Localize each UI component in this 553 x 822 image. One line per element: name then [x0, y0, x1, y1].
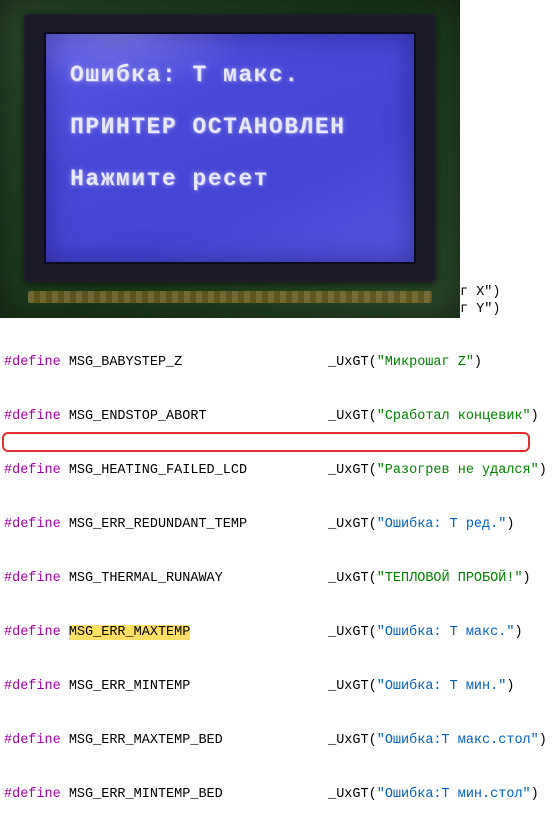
code-line: #define MSG_ERR_MINTEMP_BED _UxGT("Ошибк…	[0, 786, 553, 804]
frag-line: г X")	[460, 284, 553, 301]
paren: )	[539, 733, 547, 748]
uxgt-call: _UxGT	[328, 463, 369, 478]
macro-name: MSG_THERMAL_RUNAWAY	[69, 571, 223, 586]
uxgt-call: _UxGT	[328, 409, 369, 424]
string-literal: "Ошибка:Т макс.стол"	[377, 733, 539, 748]
uxgt-call: _UxGT	[328, 625, 369, 640]
macro-name: MSG_BABYSTEP_Z	[69, 355, 182, 370]
paren: (	[369, 625, 377, 640]
string-literal: "Ошибка:Т мин.стол"	[377, 787, 531, 802]
uxgt-call: _UxGT	[328, 571, 369, 586]
paren: )	[514, 625, 522, 640]
paren: )	[531, 409, 539, 424]
lcd-screen: Ошибка: Т макс. ПРИНТЕР ОСТАНОВЛЕН Нажми…	[44, 32, 416, 264]
string-literal: "Микрошаг Z"	[377, 355, 474, 370]
define-keyword: #define	[4, 517, 61, 532]
paren: )	[531, 787, 539, 802]
code-fragment-right: г X") г Y")	[460, 284, 553, 318]
macro-name: MSG_ERR_MINTEMP	[69, 679, 191, 694]
macro-name: MSG_ENDSTOP_ABORT	[69, 409, 207, 424]
define-keyword: #define	[4, 733, 61, 748]
define-keyword: #define	[4, 409, 61, 424]
macro-name: MSG_HEATING_FAILED_LCD	[69, 463, 247, 478]
code-line: #define MSG_ERR_REDUNDANT_TEMP _UxGT("Ош…	[0, 516, 553, 534]
paren: (	[369, 733, 377, 748]
code-line: #define MSG_ERR_MAXTEMP _UxGT("Ошибка: Т…	[0, 624, 553, 642]
code-line: #define MSG_ERR_MAXTEMP_BED _UxGT("Ошибк…	[0, 732, 553, 750]
lcd-line-2: ПРИНТЕР ОСТАНОВЛЕН	[70, 114, 345, 140]
macro-name: MSG_ERR_REDUNDANT_TEMP	[69, 517, 247, 532]
code-line: #define MSG_BABYSTEP_Z _UxGT("Микрошаг Z…	[0, 354, 553, 372]
lcd-line-3: Нажмите ресет	[70, 166, 269, 192]
paren: )	[523, 571, 531, 586]
photo-of-lcd: Ошибка: Т макс. ПРИНТЕР ОСТАНОВЛЕН Нажми…	[0, 0, 460, 318]
frag-line: г Y")	[460, 301, 553, 318]
define-keyword: #define	[4, 787, 61, 802]
uxgt-call: _UxGT	[328, 517, 369, 532]
macro-name: MSG_ERR_MAXTEMP	[69, 625, 191, 640]
code-line: #define MSG_ERR_MINTEMP _UxGT("Ошибка: Т…	[0, 678, 553, 696]
code-line: #define MSG_THERMAL_RUNAWAY _UxGT("ТЕПЛО…	[0, 570, 553, 588]
paren: )	[506, 679, 514, 694]
define-keyword: #define	[4, 679, 61, 694]
paren: )	[506, 517, 514, 532]
code-line: #define MSG_ENDSTOP_ABORT _UxGT("Сработа…	[0, 408, 553, 426]
string-literal: "ТЕПЛОВОЙ ПРОБОЙ!"	[377, 571, 523, 586]
macro-name: MSG_ERR_MAXTEMP_BED	[69, 733, 223, 748]
paren: (	[369, 463, 377, 478]
define-keyword: #define	[4, 463, 61, 478]
paren: (	[369, 571, 377, 586]
paren: (	[369, 679, 377, 694]
paren: (	[369, 355, 377, 370]
uxgt-call: _UxGT	[328, 679, 369, 694]
define-keyword: #define	[4, 625, 61, 640]
paren: (	[369, 409, 377, 424]
lcd-line-1: Ошибка: Т макс.	[70, 62, 300, 88]
paren: )	[474, 355, 482, 370]
define-keyword: #define	[4, 355, 61, 370]
define-keyword: #define	[4, 571, 61, 586]
string-literal: "Ошибка: Т мин."	[377, 679, 507, 694]
paren: )	[539, 463, 547, 478]
code-listing: #define MSG_BABYSTEP_Z _UxGT("Микрошаг Z…	[0, 318, 553, 822]
code-line: #define MSG_HEATING_FAILED_LCD _UxGT("Ра…	[0, 462, 553, 480]
uxgt-call: _UxGT	[328, 733, 369, 748]
paren: (	[369, 787, 377, 802]
string-literal: "Ошибка: Т ред."	[377, 517, 507, 532]
lcd-frame: Ошибка: Т макс. ПРИНТЕР ОСТАНОВЛЕН Нажми…	[24, 14, 436, 282]
paren: (	[369, 517, 377, 532]
string-literal: "Разогрев не удался"	[377, 463, 539, 478]
string-literal: "Ошибка: Т макс."	[377, 625, 515, 640]
string-literal: "Сработал концевик"	[377, 409, 531, 424]
uxgt-call: _UxGT	[328, 355, 369, 370]
macro-name: MSG_ERR_MINTEMP_BED	[69, 787, 223, 802]
uxgt-call: _UxGT	[328, 787, 369, 802]
